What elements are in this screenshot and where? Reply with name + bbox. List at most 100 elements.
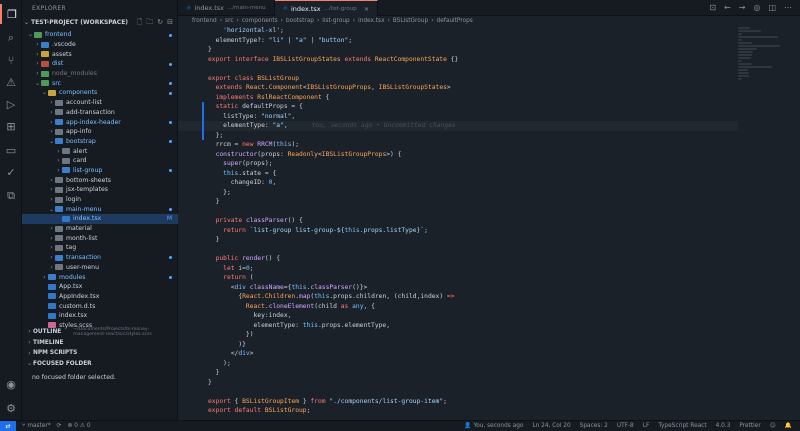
tree-item[interactable]: › alert — [22, 146, 178, 156]
tree-item[interactable]: › bottom-sheets — [22, 175, 178, 185]
tree-item[interactable]: › assets — [22, 49, 178, 59]
tree-item[interactable]: › material — [22, 224, 178, 234]
copy-icon[interactable]: ⧉ — [0, 186, 22, 206]
new-folder-icon[interactable]: 🗀 — [146, 18, 153, 29]
tree-item[interactable]: ⌄ src — [22, 78, 178, 88]
language-mode[interactable]: TypeScript React — [658, 423, 706, 429]
tree-item[interactable]: › add-transaction — [22, 108, 178, 118]
tab-main-menu-index[interactable]: ⚛ index.tsx .../main-menu — [178, 0, 275, 16]
breadcrumb-item[interactable]: components — [242, 18, 278, 24]
notifications-icon[interactable]: 🔔 — [785, 423, 792, 429]
tree-item[interactable]: › month-list — [22, 233, 178, 243]
testing-icon[interactable]: ✓ — [0, 162, 22, 182]
tree-item[interactable]: › node_modules — [22, 69, 178, 79]
account-icon[interactable]: ◉ — [0, 374, 22, 394]
tree-item[interactable]: › user-menu — [22, 263, 178, 273]
cursor-position[interactable]: Ln 24, Col 20 — [532, 423, 570, 429]
tree-item[interactable]: › transaction — [22, 253, 178, 263]
code-line[interactable]: constructor(props: Readonly<IBSListGroup… — [178, 150, 738, 160]
code-line[interactable]: super(props); — [178, 159, 738, 169]
code-line[interactable]: this.state = { — [178, 169, 738, 179]
remote-indicator-icon[interactable]: ⇄ — [0, 420, 16, 431]
minimap[interactable] — [738, 26, 788, 86]
breadcrumb-item[interactable]: list-group — [322, 18, 349, 24]
sync-icon[interactable]: ⟳ — [57, 423, 62, 429]
tab-list-group-index[interactable]: ⚛ index.tsx .../list-group × — [274, 0, 379, 16]
breadcrumb-item[interactable]: frontend — [192, 18, 217, 24]
code-line[interactable]: elementType?: "li" | "a" | "button"; — [178, 36, 738, 46]
tree-item[interactable]: custom.d.ts — [22, 301, 178, 311]
code-line[interactable]: listType: "normal", — [178, 111, 738, 121]
code-line[interactable] — [178, 387, 738, 397]
tree-item[interactable]: ⌄ components — [22, 88, 178, 98]
tree-item[interactable]: ⌄ main-menu — [22, 204, 178, 214]
collapse-all-icon[interactable]: ⊟ — [167, 18, 173, 29]
code-line[interactable]: }) — [178, 330, 738, 340]
code-line[interactable]: export interface IBSListGroupStates exte… — [178, 55, 738, 65]
tree-item[interactable]: › modules — [22, 272, 178, 282]
more-actions-icon[interactable]: ⋯ — [784, 3, 792, 12]
code-line[interactable]: }; — [178, 130, 738, 140]
problems-status[interactable]: ⊗ 0 ⚠ 0 — [68, 423, 91, 429]
breadcrumb-item[interactable]: src — [225, 18, 233, 24]
tree-item[interactable]: › app-info — [22, 127, 178, 137]
branch-status[interactable]: ⑂ master* — [22, 423, 51, 429]
breadcrumb-item[interactable]: defaultProps — [437, 18, 473, 24]
tree-item[interactable]: index.tsx M — [22, 214, 178, 224]
remote-explorer-icon[interactable]: ▭ — [0, 140, 22, 160]
explorer-icon[interactable]: ❐ — [0, 4, 22, 24]
tree-item[interactable]: › tag — [22, 243, 178, 253]
tree-item[interactable]: ⌄ bootstrap — [22, 137, 178, 147]
tree-item[interactable]: AppIndex.tsx — [22, 292, 178, 302]
code-line[interactable]: return ( — [178, 273, 738, 283]
tree-item[interactable]: › list-group — [22, 166, 178, 176]
refresh-icon[interactable]: ↻ — [157, 18, 163, 29]
tree-item[interactable]: ⌄ frontend — [22, 30, 178, 40]
tree-item[interactable]: index.tsx — [22, 311, 178, 321]
code-line[interactable]: public render() { — [178, 254, 738, 264]
problems-icon[interactable]: ⚠ — [0, 72, 22, 92]
breadcrumb-item[interactable]: bootstrap — [286, 18, 314, 24]
code-line[interactable]: export { BSListGroupItem } from "./compo… — [178, 397, 738, 407]
tree-item[interactable]: › app-index-header — [22, 117, 178, 127]
search-icon[interactable]: ⌕ — [0, 28, 22, 48]
git-compare-icon[interactable]: ⊡ — [709, 3, 716, 12]
code-line[interactable]: <div className={this.classParser()}> — [178, 283, 738, 293]
line-ending[interactable]: LF — [643, 423, 650, 429]
open-changes-icon[interactable]: ◎ — [753, 3, 760, 12]
code-line[interactable]: static defaultProps = { — [178, 102, 738, 112]
source-control-icon[interactable]: ⑂ — [0, 50, 22, 70]
code-line[interactable]: )} — [178, 340, 738, 350]
code-line[interactable]: {React.Children.map(this.props.children,… — [178, 292, 738, 302]
new-file-icon[interactable]: 🗋 — [137, 18, 143, 29]
code-line[interactable] — [178, 207, 738, 217]
code-editor[interactable]: 'horizontal-xl'; elementType?: "li" | "a… — [178, 26, 738, 416]
code-line[interactable]: return `list-group list-group-${this.pro… — [178, 226, 738, 236]
tree-item[interactable]: › account-list — [22, 98, 178, 108]
indentation[interactable]: Spaces: 2 — [580, 423, 608, 429]
tree-item[interactable]: › dist — [22, 59, 178, 69]
code-line[interactable]: elementType: this.props.elementType, — [178, 321, 738, 331]
code-line[interactable]: let i=0; — [178, 264, 738, 274]
encoding[interactable]: UTF-8 — [617, 423, 634, 429]
code-line[interactable]: </div> — [178, 349, 738, 359]
git-blame-status[interactable]: 👤 You, seconds ago — [464, 423, 523, 429]
close-icon[interactable]: × — [364, 5, 369, 13]
code-line[interactable]: } — [178, 368, 738, 378]
tree-item[interactable]: › .vscode — [22, 40, 178, 50]
breadcrumb-item[interactable]: index.tsx — [358, 18, 384, 24]
code-line[interactable]: implements RslReactComponent { — [178, 93, 738, 103]
code-line[interactable]: } — [178, 197, 738, 207]
code-line[interactable]: changeID: 0, — [178, 178, 738, 188]
code-line[interactable] — [178, 64, 738, 74]
code-line[interactable]: } — [178, 378, 738, 388]
code-line[interactable]: extends React.Component<IBSListGroupProp… — [178, 83, 738, 93]
focused-folder-header[interactable]: ⌄ FOCUSED FOLDER — [22, 359, 178, 369]
code-line[interactable]: elementType: "a", You, seconds ago • Unco… — [178, 121, 738, 131]
settings-gear-icon[interactable]: ⚙ — [0, 398, 22, 418]
tree-item[interactable]: › card — [22, 156, 178, 166]
ts-version[interactable]: 4.0.3 — [716, 423, 731, 429]
code-line[interactable]: } — [178, 235, 738, 245]
code-line[interactable]: }; — [178, 188, 738, 198]
go-forward-icon[interactable]: → — [739, 3, 746, 12]
